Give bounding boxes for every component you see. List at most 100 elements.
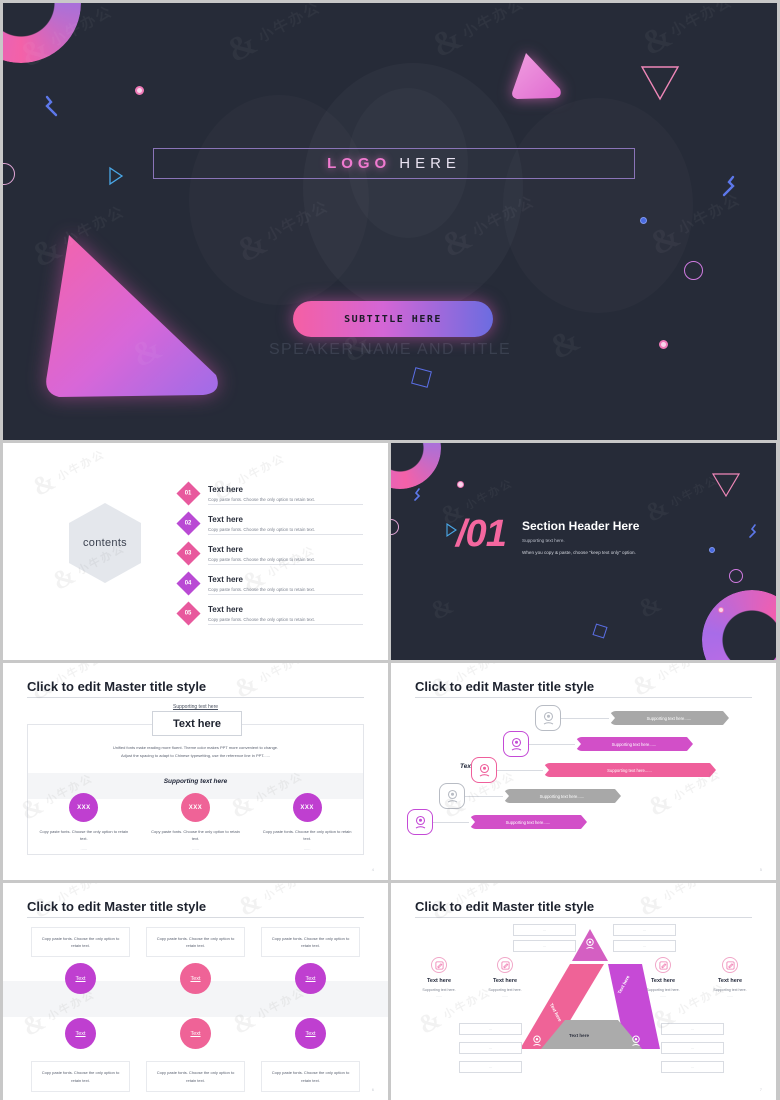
bottom-card[interactable]: Copy paste fonts. Choose the only option… [261,1061,360,1092]
content-slide-4[interactable]: Click to edit Master title style Support… [3,663,388,880]
bottom-circle[interactable]: Text [295,1018,326,1050]
top-card[interactable]: Copy paste fonts. Choose the only option… [31,927,130,958]
contents-item-number-badge: 05 [176,601,201,626]
edit-pencil-icon[interactable] [722,957,738,973]
bottom-card[interactable]: Copy paste fonts. Choose the only option… [31,1061,130,1092]
bottom-circle-label: Text [305,1030,316,1037]
bottom-circle[interactable]: Text [65,1018,96,1050]
gradient-ring-bottomright-icon [702,590,776,660]
section-sub-1: Supporting text here. [522,538,565,543]
staircase-row[interactable]: Supporting text here...... [471,757,716,783]
card-grid: Copy paste fonts. Choose the only option… [31,927,360,1092]
edit-item[interactable]: Text here Supporting text here....... [405,957,473,998]
text-column[interactable]: Copy paste fonts. Choose the only option… [146,927,245,1092]
top-circle[interactable]: Text [295,963,326,995]
feature-circle-label: XXX [77,804,91,811]
connector-line [497,769,543,771]
subtitle-pill-button[interactable]: SUBTITLE HERE [293,301,493,337]
contents-item-title: Text here [208,545,243,554]
contents-item-title: Text here [208,575,243,584]
content-slide-6[interactable]: Click to edit Master title style Copy pa… [3,883,388,1100]
contents-item[interactable]: 05 Text here Copy paste fonts. Choose the … [176,601,363,626]
paragraph-line-2: Adjust the spacing to adapt to Chinese t… [121,752,270,758]
page-title: Click to edit Master title style [415,899,595,914]
dot-ring-icon-1 [135,86,144,95]
contents-item[interactable]: 02 Text here Copy paste fonts. Choose the … [176,511,363,536]
subtitle-text: SUBTITLE HERE [344,313,442,325]
mini-box[interactable]: ... [513,924,576,936]
edit-pencil-icon[interactable] [431,957,447,973]
gradient-triangle-icon [46,235,218,397]
staircase-row[interactable]: Supporting text here...... [439,783,621,809]
edit-item[interactable]: Text here Supporting text here....... [471,957,539,998]
supporting-bar[interactable]: Supporting text here...... [543,763,716,777]
text-column[interactable]: Copy paste fonts. Choose the only option… [261,927,360,1092]
top-card[interactable]: Copy paste fonts. Choose the only option… [146,927,245,958]
section-body: Section Header Here Supporting text here… [522,519,639,555]
map-pin-badge[interactable] [535,705,561,731]
supporting-bar[interactable]: Supporting text here...... [469,815,587,829]
contents-item[interactable]: 01 Text here Copy paste fonts. Choose the … [176,481,363,506]
top-card[interactable]: Copy paste fonts. Choose the only option… [261,927,360,958]
text-column[interactable]: Copy paste fonts. Choose the only option… [31,927,130,1092]
feature-column[interactable]: XXX Copy paste fonts. Choose the only opt… [251,793,363,851]
square-outline-icon [592,623,608,639]
content-slide-7[interactable]: Click to edit Master title style Text he… [391,883,776,1100]
mini-box[interactable]: ... [661,1042,724,1054]
map-pin-badge[interactable] [407,809,433,835]
mini-box[interactable]: ... [459,1042,522,1054]
feature-circle[interactable]: XXX [181,793,210,822]
staircase-row[interactable]: Supporting text here...... [407,809,587,835]
bottom-circle[interactable]: Text [180,1018,211,1050]
map-pin-badge[interactable] [471,757,497,783]
contents-item-number: 03 [185,550,192,557]
deck-row-3: Click to edit Master title style Support… [0,663,780,880]
map-pin-badge[interactable] [503,731,529,757]
contents-item-title: Text here [208,605,243,614]
supporting-bar-label: Supporting text here...... [505,819,551,825]
edit-item[interactable]: Text here Supporting text here....... [696,957,764,998]
mini-box[interactable]: ... [613,940,676,952]
title-slide[interactable]: LOGO HERE SUBTITLE HERE SPEAKER NAME AND… [3,3,777,440]
edit-item-dash: ...... [502,994,508,998]
top-circle[interactable]: Text [180,963,211,995]
top-circle-label: Text [75,975,86,982]
map-pin-badge[interactable] [439,783,465,809]
section-header-slide[interactable]: /01 Section Header Here Supporting text … [391,443,776,660]
section-sub-2: When you copy & paste, choose "keep text… [522,550,636,555]
contents-item-title: Text here [208,515,243,524]
feature-column[interactable]: XXX Copy paste fonts. Choose the only opt… [28,793,140,851]
edit-item-dash: ...... [660,994,666,998]
contents-slide[interactable]: contents 01 Text here Copy paste fonts. Ch… [3,443,388,660]
staircase-row[interactable]: Supporting text here...... [535,705,729,731]
edit-item-sub: Supporting text here. [646,988,680,992]
mini-box[interactable]: ... [613,924,676,936]
edit-pencil-icon[interactable] [497,957,513,973]
contents-item[interactable]: 03 Text here Copy paste fonts. Choose the … [176,541,363,566]
supporting-bar[interactable]: Supporting text here...... [575,737,693,751]
logo-light-text: HERE [399,155,461,172]
mini-box[interactable]: ... [459,1023,522,1035]
supporting-bar[interactable]: Supporting text here...... [503,789,621,803]
edit-item[interactable]: Text here Supporting text here....... [629,957,697,998]
logo-placeholder-box[interactable]: LOGO HERE [153,148,635,179]
contents-item-number: 01 [185,490,192,497]
contents-item[interactable]: 04 Text here Copy paste fonts. Choose the … [176,571,363,596]
mini-box[interactable]: ... [661,1023,724,1035]
feature-circle[interactable]: XXX [292,793,322,822]
edit-pencil-icon[interactable] [655,957,671,973]
edit-item-title: Text here [650,978,676,984]
map-pin-icon [447,789,457,802]
mini-box[interactable]: ... [513,940,576,952]
staircase-row[interactable]: Supporting text here...... [503,731,693,757]
feature-column[interactable]: XXX Copy paste fonts. Choose the only opt… [140,793,252,851]
bottom-card[interactable]: Copy paste fonts. Choose the only option… [146,1061,245,1092]
mini-box[interactable]: ... [661,1061,724,1073]
mini-box[interactable]: ... [459,1061,522,1073]
text-here-box[interactable]: Text here [152,711,242,736]
top-circle[interactable]: Text [65,963,96,995]
supporting-bar[interactable]: Supporting text here...... [609,711,729,725]
feature-circle[interactable]: XXX [69,793,99,822]
content-slide-5[interactable]: Click to edit Master title style Text he… [391,663,776,880]
feature-dash: ...... [80,845,88,851]
